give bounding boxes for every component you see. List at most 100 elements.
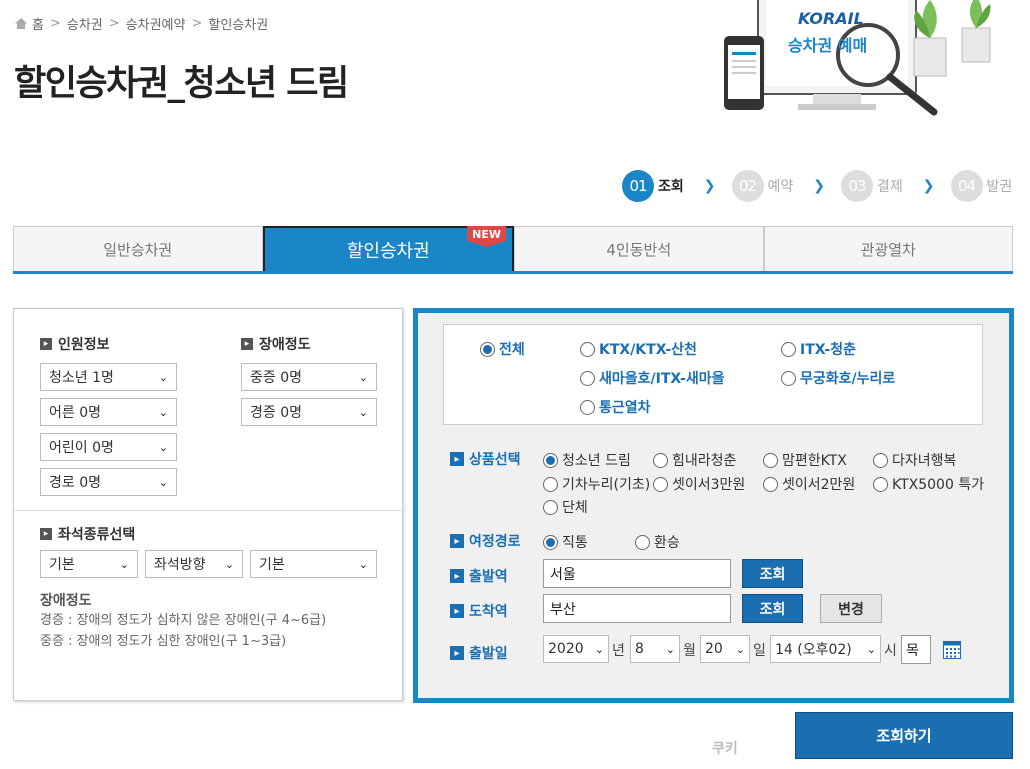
radio-label: 청소년 드림 [562,453,631,469]
train-type-all[interactable]: 전체 [480,339,525,359]
step-number: 04 [950,170,983,202]
home-icon[interactable] [14,17,28,30]
departure-label: ▸ 출발역 [450,566,508,586]
year-select[interactable]: 2020 ⌄ [543,635,609,663]
disability-note-title: 장애정도 [40,593,92,609]
tab-tour-train[interactable]: 관광열차 [763,226,1013,271]
radio-label: 셋이서2만원 [782,477,856,493]
passenger-section-title: ▸ 인원정보 [40,334,110,354]
youth-count-select[interactable]: 청소년 1명 ⌄ [40,363,177,391]
breadcrumb-separator: > [108,16,120,31]
product-three-20k[interactable]: 셋이서2만원 [763,474,855,494]
bullet-icon: ▸ [241,338,253,350]
step-label: 발권 [986,179,1013,195]
radio-icon [763,476,778,492]
breadcrumb-ticket[interactable]: 승차권 [67,14,103,33]
product-group[interactable]: 단체 [543,497,588,517]
product-ktx5000[interactable]: KTX5000 특가 [873,474,984,494]
chevron-down-icon: ⌄ [358,405,368,419]
select-value: 경증 0명 [250,405,302,421]
adult-count-select[interactable]: 어른 0명 ⌄ [40,398,177,426]
step-number: 03 [841,170,873,202]
radio-label: 통근열차 [599,400,651,416]
route-transfer[interactable]: 환승 [635,532,680,552]
hour-select[interactable]: 14 (오후02) ⌄ [770,635,881,663]
search-panel: 전체 KTX/KTX-산천 ITX-청춘 새마을호/ITX-새마을 무궁화호/누… [413,308,1014,703]
radio-label: KTX/KTX-산천 [599,342,697,358]
seat-section-title: ▸ 좌석종류선택 [40,524,135,544]
date-label: ▸ 출발일 [450,643,508,663]
arrival-lookup-button[interactable]: 조회 [742,594,803,623]
departure-lookup-button[interactable]: 조회 [742,559,803,588]
product-youth-dream[interactable]: 청소년 드림 [543,450,631,470]
seat-type-select[interactable]: 기본 ⌄ [40,550,138,578]
step-payment: 03 결제 [841,170,903,202]
radio-icon [480,341,495,357]
day-select[interactable]: 20 ⌄ [700,635,750,663]
train-type-itx-cheongchun[interactable]: ITX-청춘 [781,339,856,359]
select-value: 기본 [259,557,285,573]
arrival-station-input[interactable]: 부산 [543,594,731,623]
chevron-down-icon: ⌄ [158,475,168,489]
train-type-saemaeul[interactable]: 새마을호/ITX-새마을 [580,368,725,388]
section-label: 장애정도 [259,337,311,353]
radio-icon [873,452,888,468]
product-multi-child[interactable]: 다자녀행복 [873,450,956,470]
ticket-booking-illustration [724,0,991,116]
radio-icon [543,452,558,468]
hour-unit: 시 [884,643,897,659]
train-type-commuter[interactable]: 통근열차 [580,397,651,417]
radio-label: 셋이서3만원 [672,477,746,493]
korail-logo: KORAIL [798,9,864,28]
chevron-down-icon: ⌄ [119,557,129,571]
step-number: 02 [731,170,764,202]
radio-label: 맘편한KTX [782,453,847,469]
severe-count-select[interactable]: 중증 0명 ⌄ [241,363,377,391]
breadcrumb: 홈 > 승차권 > 승차권예약 > 할인승차권 [14,14,268,33]
radio-label: 전체 [499,342,525,358]
search-button[interactable]: 조회하기 [795,712,1013,759]
radio-label: 힘내라청춘 [672,453,737,469]
tab-discount[interactable]: 할인승차권 NEW [262,226,514,271]
page-title: 할인승차권_청소년 드림 [14,64,349,104]
radio-icon [543,499,558,515]
calendar-icon[interactable] [943,641,961,659]
tab-general[interactable]: 일반승차권 [13,226,263,271]
row-label-text: 출발일 [469,646,508,662]
departure-station-input[interactable]: 서울 [543,559,731,588]
hero-caption: 승차권 예매 [788,36,868,55]
row-label-text: 출발역 [469,569,508,585]
radio-label: 직통 [562,535,588,551]
mild-count-select[interactable]: 경증 0명 ⌄ [241,398,377,426]
product-three-30k[interactable]: 셋이서3만원 [653,474,745,494]
chevron-down-icon: ⌄ [665,642,675,656]
chevron-down-icon: ⌄ [158,405,168,419]
chevron-down-icon: ⌄ [594,642,604,656]
disability-section-title: ▸ 장애정도 [241,334,311,354]
chevron-down-icon: ⌄ [735,642,745,656]
disability-note-severe: 중증 : 장애의 정도가 심한 장애인(구 1~3급) [40,634,287,649]
breadcrumb-reservation[interactable]: 승차권예약 [126,14,186,33]
radio-icon [781,370,796,386]
seat-position-select[interactable]: 기본 ⌄ [250,550,377,578]
select-value: 어린이 0명 [49,440,114,456]
product-comfort-ktx[interactable]: 맘편한KTX [763,450,847,470]
train-type-ktx[interactable]: KTX/KTX-산천 [580,339,697,359]
senior-count-select[interactable]: 경로 0명 ⌄ [40,468,177,496]
swap-stations-button[interactable]: 변경 [820,594,882,623]
step-reserve: 02 예약 [731,170,793,202]
train-type-mugunghwa[interactable]: 무궁화호/누리로 [781,368,895,388]
route-direct[interactable]: 직통 [543,532,588,552]
row-label-text: 도착역 [469,604,508,620]
bullet-icon: ▸ [450,534,464,548]
tab-four-seat[interactable]: 4인동반석 [514,226,764,271]
product-gicha-nuri[interactable]: 기차누리(기초) [543,474,650,494]
seat-direction-select[interactable]: 좌석방향 ⌄ [145,550,243,578]
product-cheer-up-youth[interactable]: 힘내라청춘 [653,450,736,470]
select-value: 기본 [49,557,75,573]
radio-label: 기차누리(기초) [562,477,651,493]
month-select[interactable]: 8 ⌄ [630,635,680,663]
breadcrumb-home[interactable]: 홈 [32,14,44,33]
radio-label: 환승 [654,535,680,551]
child-count-select[interactable]: 어린이 0명 ⌄ [40,433,177,461]
